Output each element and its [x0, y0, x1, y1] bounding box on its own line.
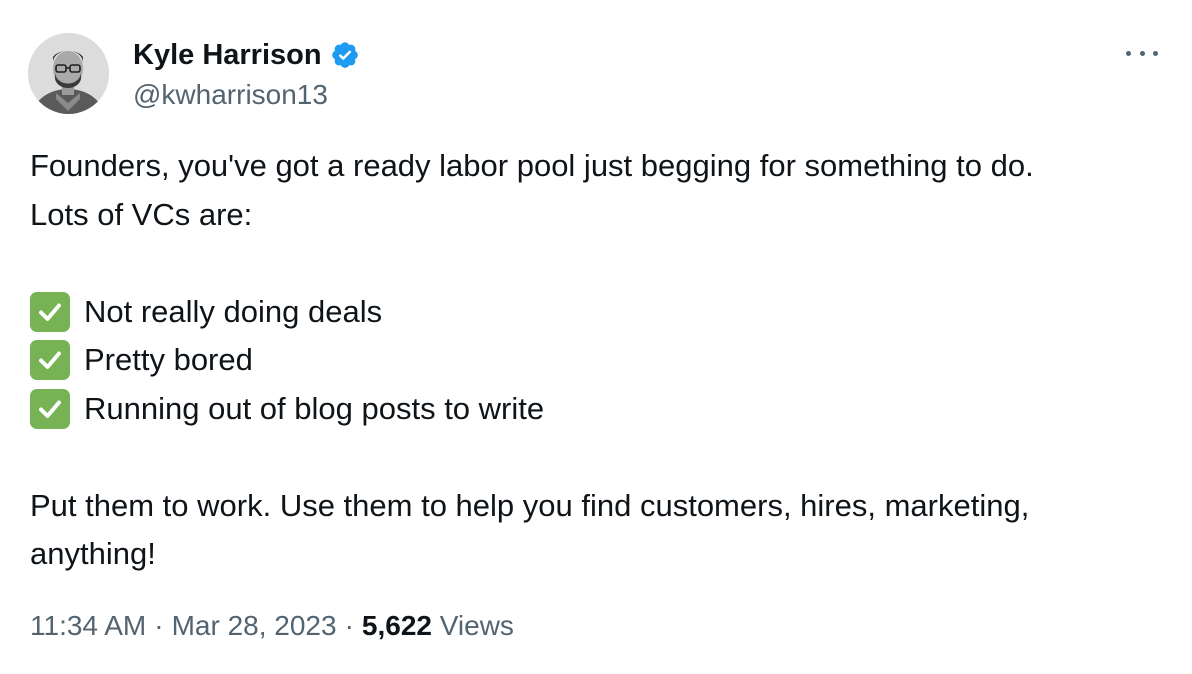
tweet-intro-line: Lots of VCs are: [30, 196, 253, 232]
tweet-date[interactable]: Mar 28, 2023 [172, 610, 337, 641]
checklist-item-label: Not really doing deals [84, 293, 383, 329]
checklist-item: Pretty bored [30, 336, 1170, 385]
check-mark-icon [30, 388, 70, 429]
checklist-item-label: Running out of blog posts to write [84, 390, 545, 426]
checklist-item-label: Pretty bored [84, 342, 253, 377]
tweet-card: Kyle Harrison @kwharrison13 Founders, yo… [0, 0, 1192, 674]
tweet-outro-line: Put them to work. Use them to help you f… [30, 487, 1030, 523]
views-count[interactable]: 5,622 [362, 610, 432, 641]
checklist-item: Running out of blog posts to write [30, 385, 1170, 434]
meta-separator: · [344, 610, 354, 641]
tweet-time[interactable]: 11:34 AM [30, 610, 146, 641]
name-row: Kyle Harrison [133, 36, 360, 74]
check-mark-icon [30, 291, 70, 332]
checklist-item: Not really doing deals [30, 288, 1170, 337]
more-dot [1153, 50, 1158, 56]
more-options-icon[interactable] [1126, 44, 1158, 62]
meta-separator: · [154, 610, 164, 641]
check-mark-icon [30, 340, 70, 381]
author-block: Kyle Harrison @kwharrison13 [133, 36, 360, 113]
author-avatar[interactable] [28, 33, 109, 114]
profile-photo-icon [28, 33, 109, 114]
views-label: Views [439, 610, 514, 641]
tweet-outro-line: anything! [30, 536, 156, 571]
more-dot [1126, 50, 1131, 56]
tweet-text: Founders, you've got a ready labor pool … [30, 142, 1170, 579]
author-display-name[interactable]: Kyle Harrison [133, 36, 322, 74]
tweet-intro-line: Founders, you've got a ready labor pool … [30, 148, 1034, 183]
verified-badge-icon[interactable] [330, 40, 360, 70]
author-handle[interactable]: @kwharrison13 [133, 77, 360, 113]
tweet-meta: 11:34 AM · Mar 28, 2023 · 5,622 Views [30, 606, 514, 646]
more-dot [1139, 50, 1145, 56]
